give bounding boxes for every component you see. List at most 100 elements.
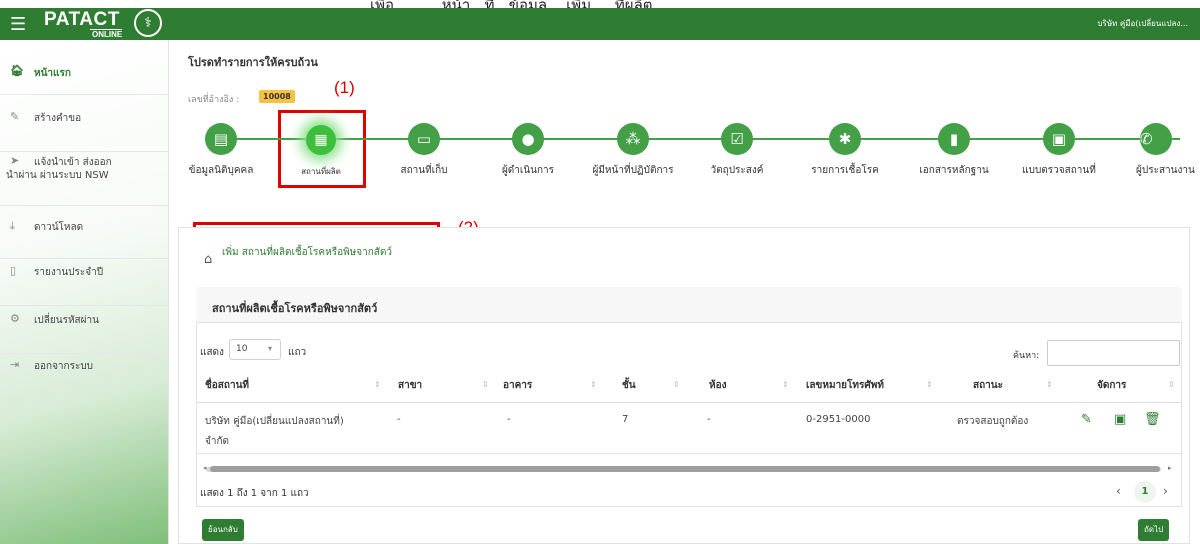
column-header-status[interactable]: สถานะ [973, 378, 1003, 393]
checkbox-icon: ☑ [721, 123, 753, 155]
step-label: เอกสารหลักฐาน [919, 165, 989, 176]
cell-phone: 0-2951-0000 [806, 414, 871, 425]
step-label: แบบตรวจสถานที่ [1022, 165, 1096, 176]
step-site-inspection-form[interactable]: ▣ แบบตรวจสถานที่ [1004, 123, 1114, 178]
step-coordinator[interactable]: ✆ ผู้ประสานงาน [1110, 123, 1200, 178]
pencil-icon: ✎ [10, 110, 20, 123]
logo-emblem-icon: ⚕ [134, 9, 162, 37]
sidebar-item-home[interactable]: 🏠︎ หน้าแรก [0, 62, 169, 95]
cell-building: - [507, 414, 511, 425]
sidebar-item-label: สร้างคำขอ [34, 113, 82, 124]
page-length-value: 10 [236, 344, 248, 354]
edit-icon[interactable]: ✎ [1081, 412, 1092, 427]
column-header-branch[interactable]: สาขา [398, 378, 422, 393]
sort-icon[interactable]: ⇕ [782, 380, 789, 389]
chevron-down-icon: ▾ [267, 344, 272, 353]
step-purpose[interactable]: ☑ วัตถุประสงค์ [682, 123, 792, 178]
cell-name: บริษัท คู่มือ(เปลี่ยนแปลงสถานที่) จำกัด [205, 414, 344, 449]
step-responsible-persons[interactable]: ⁂ ผู้มีหน้าที่ปฏิบัติการ [578, 123, 688, 178]
user-icon: ● [512, 123, 544, 155]
column-header-phone[interactable]: เลขหมายโทรศัพท์ [806, 378, 884, 393]
sidebar-item-annual-report[interactable]: ▯ รายงานประจำปี [0, 264, 169, 306]
user-menu[interactable]: บริษัท คู่มือ(เปลี่ยนแปลง... [1097, 17, 1188, 30]
annotation-1: (1) [334, 78, 355, 97]
pagination-page-1[interactable]: 1 [1134, 481, 1156, 503]
sort-icon[interactable]: ⇕ [926, 380, 933, 389]
step-label: รายการเชื้อโรค [811, 165, 879, 176]
sort-icon[interactable]: ⇕ [1168, 380, 1175, 389]
sort-icon[interactable]: ⇕ [1046, 380, 1053, 389]
sidebar-item-label: ออกจากระบบ [34, 361, 94, 372]
table-row-divider [196, 453, 1182, 454]
column-header-name[interactable]: ชื่อสถานที่ [205, 378, 249, 393]
cell-branch: - [397, 414, 401, 425]
sort-icon[interactable]: ⇕ [673, 380, 680, 389]
page-length-select[interactable]: 10 ▾ [229, 339, 281, 360]
phone-icon: ✆ [1140, 123, 1172, 155]
add-location-icon[interactable]: ⌂ [204, 252, 212, 267]
users-icon: ⁂ [617, 123, 649, 155]
sidebar-item-change-password[interactable]: ⚙ เปลี่ยนรหัสผ่าน [0, 312, 169, 354]
step-evidence-documents[interactable]: ▮ เอกสารหลักฐาน [899, 123, 1009, 178]
step-production-site[interactable]: ▦ สถานที่ผลิต [266, 123, 376, 178]
delete-icon[interactable]: 🗑︎ [1144, 412, 1161, 427]
sidebar-item-label-line2: นำผ่าน ผ่านระบบ NSW [6, 170, 109, 181]
add-production-site-link[interactable]: เพิ่ม สถานที่ผลิตเชื้อโรคหรือพิษจากสัตว์ [222, 245, 392, 260]
cell-floor: 7 [622, 414, 629, 425]
building-icon: ▦ [306, 125, 336, 155]
step-label: ผู้ประสานงาน [1136, 165, 1195, 176]
top-header-bar: ☰ PATACT ONLINE ⚕ บริษัท คู่มือ(เปลี่ยนแ… [0, 8, 1200, 40]
sidebar-item-logout[interactable]: ⇥ ออกจากระบบ [0, 358, 169, 398]
cell-name-line1: บริษัท คู่มือ(เปลี่ยนแปลงสถานที่) [205, 416, 344, 427]
table-info: แสดง 1 ถึง 1 จาก 1 แถว [200, 488, 309, 499]
search-input[interactable] [1047, 340, 1180, 366]
step-pathogen-list[interactable]: ✱ รายการเชื้อโรค [790, 123, 900, 178]
length-label: แสดง [200, 347, 224, 358]
sidebar-item-label: รายงานประจำปี [34, 267, 104, 278]
gears-icon: ⚙ [10, 312, 20, 325]
scroll-right-icon[interactable]: ▸ [1168, 464, 1172, 472]
step-juristic-info[interactable]: ▤ ข้อมูลนิติบุคคล [166, 123, 276, 178]
sort-icon[interactable]: ⇕ [590, 380, 597, 389]
table-panel-title: สถานที่ผลิตเชื้อโรคหรือพิษจากสัตว์ [212, 302, 378, 315]
hamburger-menu-icon[interactable]: ☰ [10, 14, 26, 35]
step-label: ผู้มีหน้าที่ปฏิบัติการ [592, 165, 674, 176]
pagination-next-icon[interactable]: › [1163, 484, 1168, 498]
column-header-floor[interactable]: ชั้น [622, 378, 636, 393]
virus-icon: ✱ [829, 123, 861, 155]
table-header-divider [196, 402, 1182, 403]
home-icon: 🏠︎ [10, 64, 24, 77]
document-icon: ▮ [938, 123, 970, 155]
cell-name-line2: จำกัด [205, 436, 230, 447]
search-label: ค้นหา: [1013, 351, 1040, 361]
sidebar-item-label: หน้าแรก [34, 68, 71, 79]
transfer-icon: ➤ [10, 154, 20, 167]
column-header-room[interactable]: ห้อง [709, 378, 726, 393]
sort-icon[interactable]: ⇕ [482, 380, 489, 389]
sidebar-item-label: เปลี่ยนรหัสผ่าน [34, 315, 99, 326]
step-label: สถานที่เก็บ [400, 165, 448, 176]
next-button[interactable]: ถัดไป [1138, 519, 1170, 541]
clipboard-icon: ▣ [1043, 123, 1075, 155]
pagination-prev-icon[interactable]: ‹ [1116, 484, 1121, 498]
step-storage-site[interactable]: ▭ สถานที่เก็บ [369, 123, 479, 178]
sidebar-item-create-request[interactable]: ✎ สร้างคำขอ [0, 110, 169, 152]
back-button[interactable]: ย้อนกลับ [202, 519, 244, 541]
sidebar-item-import-export[interactable]: ➤ แจ้งนำเข้า ส่งออก นำผ่าน ผ่านระบบ NSW [0, 154, 169, 206]
column-header-actions[interactable]: จัดการ [1097, 378, 1126, 393]
horizontal-scrollbar-thumb[interactable] [210, 466, 1160, 472]
sidebar: 🏠︎ หน้าแรก ✎ สร้างคำขอ ➤ แจ้งนำเข้า ส่งอ… [0, 40, 169, 544]
view-icon[interactable]: ▣ [1114, 412, 1126, 427]
file-icon: ▯ [10, 264, 17, 277]
logo[interactable]: PATACT ONLINE [44, 9, 123, 39]
sort-icon[interactable]: ⇕ [374, 380, 381, 389]
step-label: สถานที่ผลิต [301, 167, 341, 176]
step-label: วัตถุประสงค์ [710, 165, 764, 176]
sidebar-item-download[interactable]: ⤓ ดาวน์โหลด [0, 219, 169, 259]
length-label-after: แถว [288, 347, 307, 358]
cell-status: ตรวจสอบถูกต้อง [957, 416, 1029, 427]
step-operator[interactable]: ● ผู้ดำเนินการ [473, 123, 583, 178]
reference-label: เลขที่อ้างอิง : [188, 95, 240, 105]
step-label: ผู้ดำเนินการ [501, 165, 555, 176]
column-header-building[interactable]: อาคาร [503, 378, 532, 393]
